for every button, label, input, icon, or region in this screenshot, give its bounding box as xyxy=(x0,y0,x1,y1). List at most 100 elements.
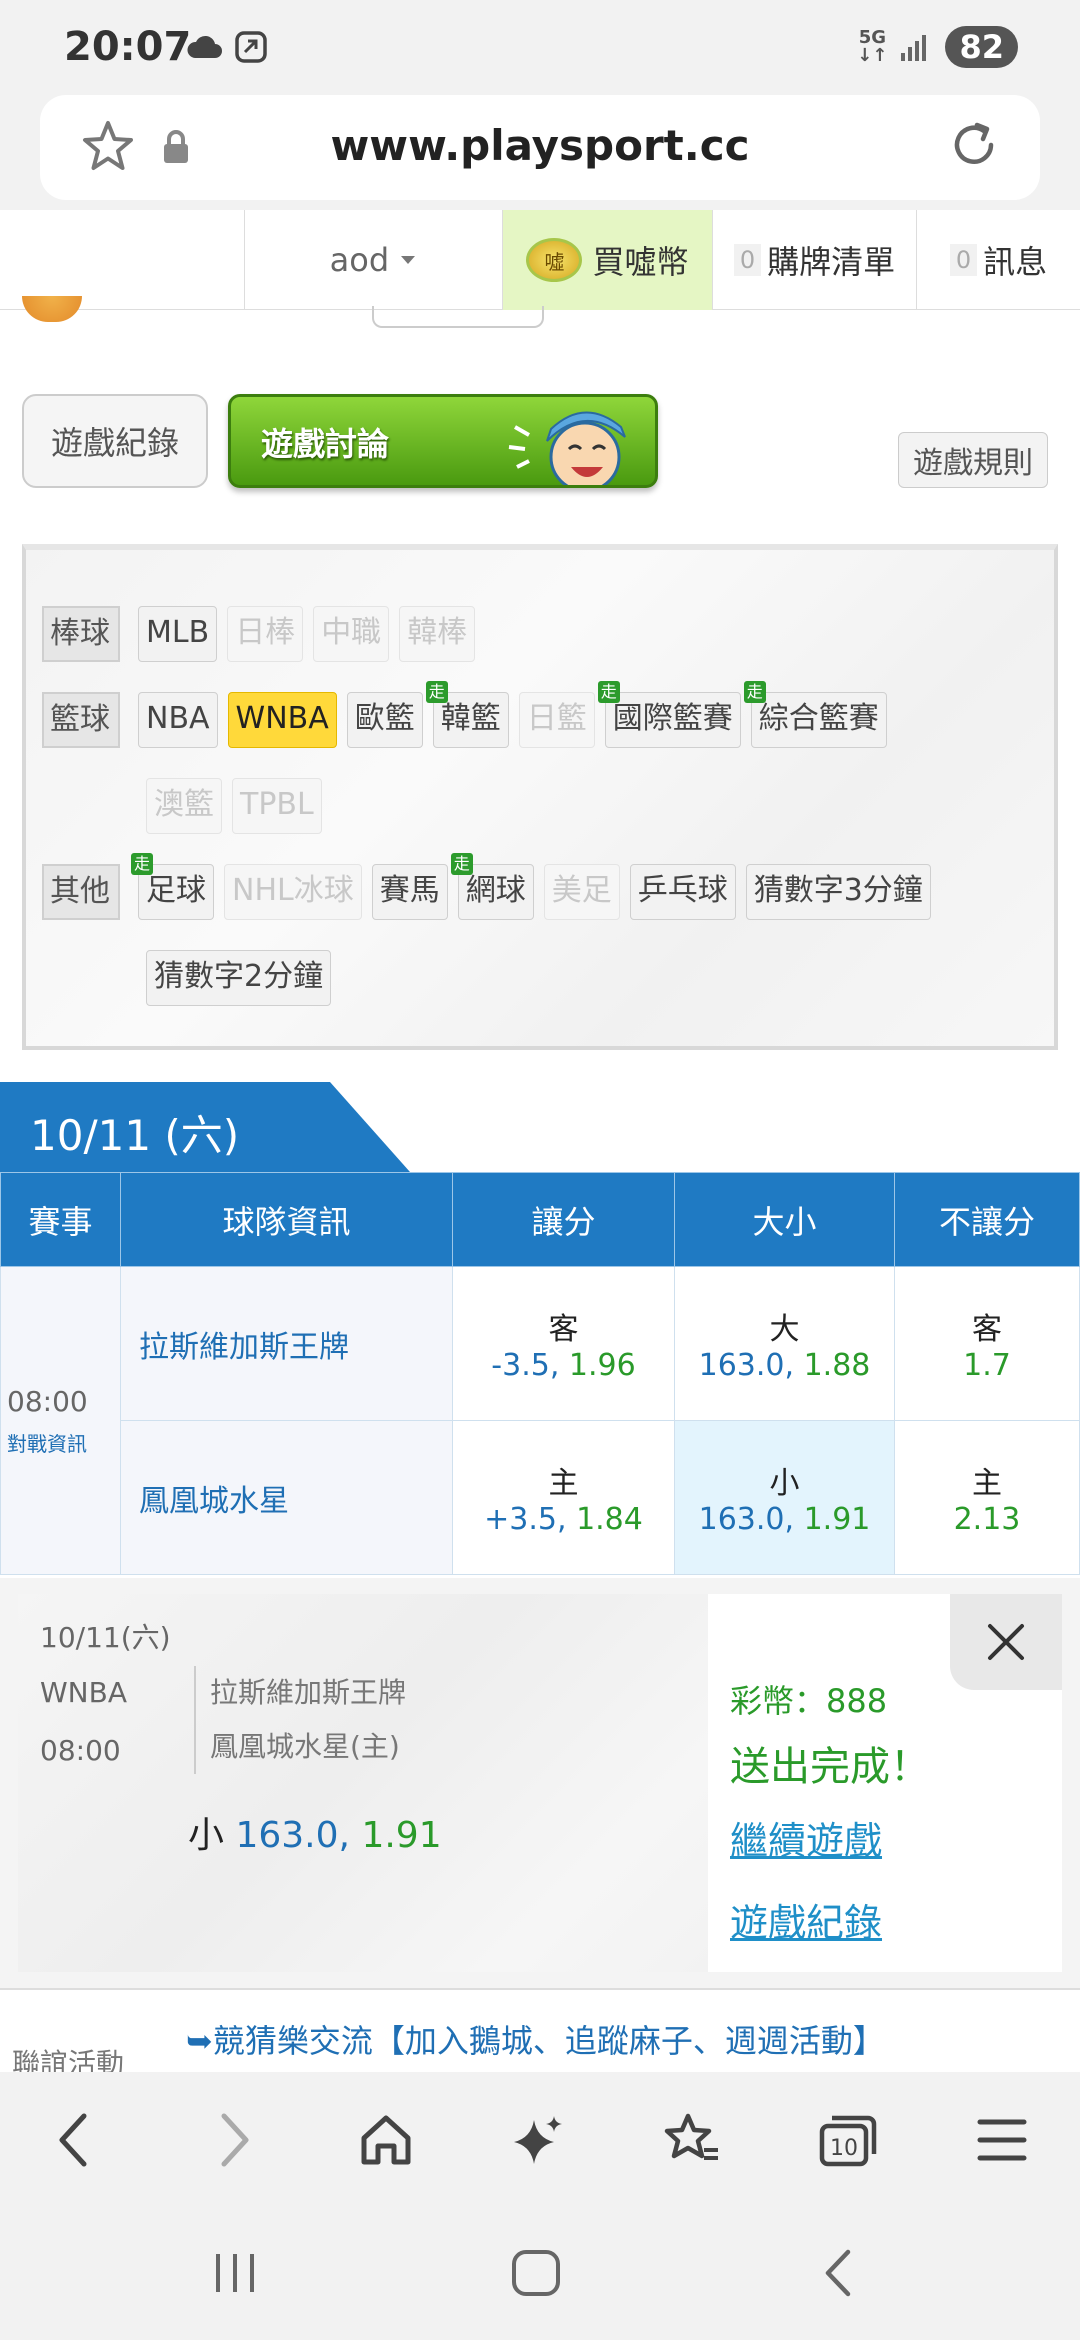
back-nav-icon[interactable] xyxy=(818,2248,858,2298)
date-label: 10/11 (六) xyxy=(30,1111,240,1160)
odds-moneyline-away[interactable]: 客 1.7 xyxy=(894,1266,1080,1421)
game-record-link[interactable]: 遊戲紀錄 xyxy=(730,1892,882,1947)
category-chip-japan-basket: 日籃 xyxy=(518,692,595,748)
category-chip-wnba[interactable]: WNBA xyxy=(227,692,337,748)
category-chip-number-3min[interactable]: 猜數字3分鐘 xyxy=(745,864,931,920)
screen-record-icon xyxy=(235,31,267,63)
bet-confirm-card: 10/11(六) WNBA 08:00 拉斯維加斯王牌 鳳凰城水星(主) 小 1… xyxy=(18,1594,1062,1972)
game-discussion-button[interactable]: 遊戲討論 xyxy=(228,394,658,488)
category-row-other: 其他 走足球 NHL冰球 賽馬 走網球 美足 乒乓球 猜數字3分鐘 xyxy=(42,853,941,920)
browser-bar: www.playsport.cc xyxy=(0,95,1080,210)
odds-total-under[interactable]: 小 163.0, 1.91 xyxy=(674,1420,895,1575)
menu-button[interactable] xyxy=(972,2110,1032,2170)
tab-count: 10 xyxy=(830,2136,858,2161)
avatar xyxy=(22,296,82,322)
category-chip-number-2min[interactable]: 猜數字2分鐘 xyxy=(146,950,332,1006)
cloud-icon xyxy=(187,35,222,58)
category-chip-nba[interactable]: NBA xyxy=(138,692,218,748)
table-row: 鳳凰城水星 主 +3.5, 1.84 小 163.0, 1.91 主 2.13 xyxy=(1,1420,1080,1575)
walk-badge: 走 xyxy=(450,853,473,875)
reload-icon[interactable] xyxy=(944,115,1004,175)
category-title-other: 其他 xyxy=(42,864,120,920)
status-bar: 20:07 5G ↓↑ 82 xyxy=(0,0,1080,95)
confirm-away-team: 拉斯維加斯王牌 xyxy=(210,1676,407,1709)
category-chip-soccer[interactable]: 走足球 xyxy=(131,853,214,920)
buy-coins-button[interactable]: 噓 買噓幣 xyxy=(502,210,712,310)
odds-total-over[interactable]: 大 163.0, 1.88 xyxy=(674,1266,895,1421)
table-row: 08:00 對戰資訊 拉斯維加斯王牌 客 -3.5, 1.96 大 163.0,… xyxy=(0,1266,1080,1575)
category-chip-tpbl: TPBL xyxy=(232,778,322,834)
tabs-button[interactable]: 10 xyxy=(818,2110,878,2170)
signal-icon xyxy=(901,35,927,61)
submit-success-text: 送出完成！ xyxy=(730,1744,930,1790)
walk-badge: 走 xyxy=(743,681,766,703)
category-row-basketball-2: 澳籃 TPBL xyxy=(146,778,332,834)
category-chip-kbo: 韓棒 xyxy=(399,606,476,662)
tabs-icon: 10 xyxy=(819,2115,877,2167)
continue-game-link[interactable]: 繼續遊戲 xyxy=(730,1810,882,1865)
category-chip-euro-basket[interactable]: 歐籃 xyxy=(346,692,423,748)
sparkle-icon xyxy=(514,2116,562,2164)
category-row-baseball: 棒球 MLB 日棒 中職 韓棒 xyxy=(42,606,485,662)
forward-button[interactable] xyxy=(204,2110,264,2170)
url-text[interactable]: www.playsport.cc xyxy=(40,121,1040,170)
back-button[interactable] xyxy=(44,2110,104,2170)
bookmarks-button[interactable] xyxy=(662,2110,722,2170)
close-button[interactable] xyxy=(950,1594,1062,1690)
chevron-right-icon xyxy=(221,2113,249,2167)
category-chip-nfl: 美足 xyxy=(543,864,620,920)
status-time: 20:07 xyxy=(64,24,192,70)
walk-badge: 走 xyxy=(597,681,620,703)
category-chip-npb: 日棒 xyxy=(227,606,304,662)
col-header-spread: 讓分 xyxy=(452,1172,675,1267)
odds-moneyline-home[interactable]: 主 2.13 xyxy=(894,1420,1080,1575)
home-nav-icon[interactable] xyxy=(510,2248,562,2298)
odds-spread-away[interactable]: 客 -3.5, 1.96 xyxy=(452,1266,675,1421)
team-name-home[interactable]: 鳳凰城水星 xyxy=(120,1420,453,1575)
ai-sparkle-button[interactable] xyxy=(508,2110,568,2170)
caret-down-icon xyxy=(401,256,416,264)
system-nav-bar xyxy=(0,2204,1080,2340)
category-chip-mixed-basket[interactable]: 走綜合籃賽 xyxy=(743,681,887,748)
site-header: aod 噓 買噓幣 0 購牌清單 0 訊息 xyxy=(0,210,1080,310)
coin-icon: 噓 xyxy=(526,238,583,282)
confirm-teams: 拉斯維加斯王牌 鳳凰城水星(主) xyxy=(194,1666,406,1774)
promo-link[interactable]: ➥競猜樂交流【加入鵝城、追蹤麻子、週週活動】 xyxy=(186,2016,885,2062)
confirm-pick: 小 163.0, 1.91 xyxy=(188,1815,442,1856)
bet-confirm-overlay: 10/11(六) WNBA 08:00 拉斯維加斯王牌 鳳凰城水星(主) 小 1… xyxy=(0,1578,1080,1988)
confirm-home-team: 鳳凰城水星(主) xyxy=(210,1730,400,1763)
category-row-other-2: 猜數字2分鐘 xyxy=(146,950,341,1006)
game-record-tab[interactable]: 遊戲紀錄 xyxy=(22,394,208,488)
category-chip-tennis[interactable]: 走網球 xyxy=(450,853,534,920)
category-chip-cpbl: 中職 xyxy=(313,606,390,662)
recent-apps-icon[interactable] xyxy=(210,2248,260,2298)
category-chip-mlb[interactable]: MLB xyxy=(138,606,218,662)
team-name-away[interactable]: 拉斯維加斯王牌 xyxy=(120,1266,453,1421)
messages-button[interactable]: 0 訊息 xyxy=(916,210,1080,310)
category-chip-korea-basket[interactable]: 走韓籃 xyxy=(425,681,509,748)
category-chip-aus-basket: 澳籃 xyxy=(146,778,222,834)
url-bar[interactable]: www.playsport.cc xyxy=(40,95,1040,200)
col-header-team: 球隊資訊 xyxy=(120,1172,453,1267)
col-header-total: 大小 xyxy=(674,1172,895,1267)
game-rules-button[interactable]: 遊戲規則 xyxy=(898,432,1048,488)
category-chip-horse-racing[interactable]: 賽馬 xyxy=(371,864,448,920)
confirm-date: 10/11(六) xyxy=(40,1621,171,1654)
walk-badge: 走 xyxy=(131,853,154,875)
category-title-basketball: 籃球 xyxy=(42,692,120,748)
cart-count: 0 xyxy=(733,244,762,276)
match-info-link[interactable]: 對戰資訊 xyxy=(7,1428,120,1457)
odds-spread-home[interactable]: 主 +3.5, 1.84 xyxy=(452,1420,675,1575)
odds-table: 賽事 球隊資訊 讓分 大小 不讓分 08:00 對戰資訊 拉斯維加斯王牌 客 -… xyxy=(0,1172,1080,1575)
category-chip-intl-basket[interactable]: 走國際籃賽 xyxy=(597,681,741,748)
cart-button[interactable]: 0 購牌清單 xyxy=(712,210,916,310)
user-menu[interactable]: aod xyxy=(244,210,502,310)
home-button[interactable] xyxy=(356,2110,416,2170)
category-chip-table-tennis[interactable]: 乒乓球 xyxy=(629,864,736,920)
walk-badge: 走 xyxy=(425,681,448,703)
chevron-left-icon xyxy=(59,2113,87,2167)
confirm-time: 08:00 xyxy=(40,1734,121,1767)
date-tab: 10/11 (六) xyxy=(0,1082,420,1172)
home-icon xyxy=(361,2115,411,2165)
battery-indicator: 82 xyxy=(945,26,1018,68)
